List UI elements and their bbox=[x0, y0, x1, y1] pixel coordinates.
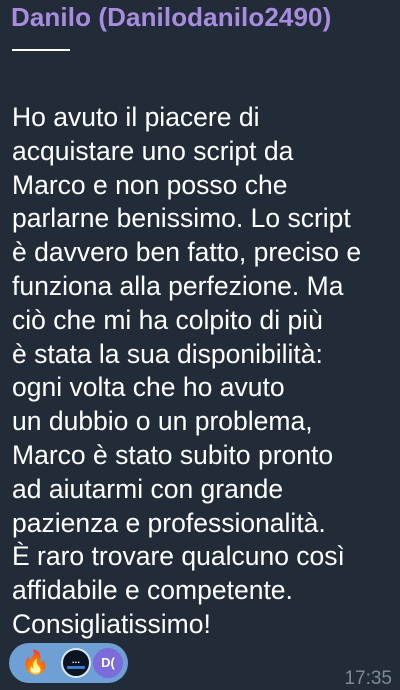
message-line: è stata la sua disponibilità: bbox=[12, 338, 323, 369]
divider bbox=[12, 49, 70, 51]
reactor-avatar-logo: ••• bbox=[61, 648, 91, 678]
message-line: ogni volta che ho avuto bbox=[12, 372, 285, 403]
message-line: un dubbio o un problema, bbox=[12, 406, 313, 437]
message-line: è davvero ben fatto, preciso e bbox=[12, 237, 362, 268]
message-bubble[interactable]: Danilo (Danilodanilo2490) Ho avuto il pi… bbox=[0, 0, 400, 690]
message-line: È raro trovare qualcuno così bbox=[12, 541, 345, 572]
message-line: Marco e non posso che bbox=[12, 169, 288, 200]
message-line: Ho avuto il piacere di bbox=[12, 102, 260, 132]
sender-name[interactable]: Danilo (Danilodanilo2490) bbox=[11, 2, 331, 33]
message-line: funziona alla perfezione. Ma bbox=[12, 270, 344, 301]
message-line: Marco è stato subito pronto bbox=[12, 439, 334, 470]
message-line: pazienza e professionalità. bbox=[12, 507, 326, 538]
message-line: ad aiutarmi con grande bbox=[12, 473, 284, 504]
message-line: ciò che mi ha colpito di più bbox=[12, 304, 323, 335]
message-line: parlarne benissimo. Lo script bbox=[12, 203, 351, 234]
message-line: acquistare uno script da bbox=[12, 135, 294, 166]
message-text: Ho avuto il piacere di acquistare uno sc… bbox=[12, 101, 392, 642]
fire-icon: 🔥 bbox=[21, 650, 50, 676]
message-timestamp: 17:35 bbox=[344, 668, 392, 689]
reactor-avatar-initials: D( bbox=[93, 648, 123, 678]
reaction-pill[interactable]: 🔥 ••• D( bbox=[9, 643, 128, 683]
message-line: affidabile e competente. bbox=[12, 575, 293, 606]
message-line: Consigliatissimo! bbox=[12, 608, 211, 639]
